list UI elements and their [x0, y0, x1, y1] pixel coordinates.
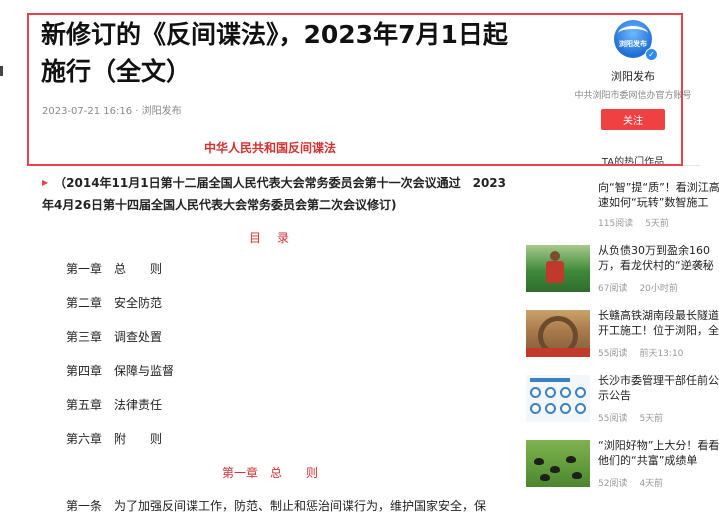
thumbnail-circle-icon	[575, 403, 586, 414]
hot-works-divider	[570, 165, 700, 166]
follow-button[interactable]: 关注	[601, 109, 665, 130]
thumbnail-circle-icon	[575, 387, 586, 398]
hot-work-thumbnail[interactable]	[526, 440, 590, 487]
hot-work-reads: 55阅读	[598, 414, 628, 424]
table-of-contents: 第一章 总 则 第二章 安全防范 第三章 调查处置 第四章 保障与监督 第五章 …	[66, 260, 174, 464]
left-edge-mark	[0, 66, 3, 76]
hot-work-stats: 55阅读 5天前	[598, 411, 663, 424]
hot-work-reads: 67阅读	[598, 284, 628, 294]
hot-work-item[interactable]: 从负债30万到盈余160万，看龙伏村的“逆袭秘籍” 67阅读 20小时前	[526, 243, 719, 308]
hot-work-time: 前天13:10	[639, 349, 684, 359]
hot-work-title[interactable]: 长沙市委管理干部任前公示公告	[598, 373, 719, 403]
hot-work-time: 5天前	[639, 414, 664, 424]
hot-work-item[interactable]: 长沙市委管理干部任前公示公告 55阅读 5天前	[526, 373, 719, 438]
hot-work-thumbnail[interactable]	[526, 310, 590, 357]
toc-item: 第五章 法律责任	[66, 398, 163, 412]
hot-work-item[interactable]: 长赣高铁湖南段最长隧道开工施工！位于浏阳，全长逾 55阅读 前天13:10	[526, 308, 719, 373]
hot-work-thumbnail[interactable]	[526, 245, 590, 292]
toc-item: 第四章 保障与监督	[66, 364, 175, 378]
hot-work-reads: 55阅读	[598, 349, 628, 359]
law-preface-text: （2014年11月1日第十二届全国人民代表大会常务委员会第十一次会议通过 202…	[42, 176, 507, 212]
thumbnail-circle-icon	[545, 403, 556, 414]
hot-work-title[interactable]: 长赣高铁湖南段最长隧道开工施工！位于浏阳，全长逾	[598, 308, 719, 338]
verified-badge-icon: ✓	[645, 48, 658, 61]
hot-work-item[interactable]: 向“智”提“质”！看浏江高速如何“玩转”数智施工 115阅读 5天前	[526, 178, 719, 243]
hot-work-time: 20小时前	[639, 284, 678, 294]
hot-work-title[interactable]: 从负债30万到盈余160万，看龙伏村的“逆袭秘籍”	[598, 243, 719, 273]
thumbnail-circle-icon	[560, 387, 571, 398]
thumbnail-bird-shape	[572, 472, 582, 479]
article-meta: 2023-07-21 16:16 · 浏阳发布	[42, 106, 182, 117]
hot-work-time: 4天前	[639, 479, 664, 489]
thumbnail-bird-shape	[534, 458, 544, 465]
article-title: 新修订的《反间谍法》，2023年7月1日起施行（全文）	[41, 20, 508, 86]
law-name: 中华人民共和国反间谍法	[203, 141, 336, 155]
hot-work-item[interactable]: “浏阳好物”上大分！看看他们的“共富”成绩单 52阅读 4天前	[526, 438, 719, 503]
toc-title: 目 录	[248, 231, 291, 245]
article-first-line: 第一条 为了加强反间谍工作，防范、制止和惩治间谍行为，维护国家安全，保	[66, 499, 487, 513]
author-description: 中共浏阳市委网信办官方账号	[574, 91, 692, 101]
thumbnail-circle-icon	[560, 403, 571, 414]
hot-work-reads: 115阅读	[598, 219, 634, 229]
toc-item: 第三章 调查处置	[66, 330, 163, 344]
hot-work-stats: 52阅读 4天前	[598, 476, 663, 489]
chapter-heading: 第一章 总 则	[221, 466, 318, 480]
author-card: 浏阳发布 ✓ 浏阳发布 中共浏阳市委网信办官方账号 关注	[560, 20, 706, 130]
thumbnail-bird-shape	[550, 466, 560, 473]
thumbnail-circle-icon	[530, 387, 541, 398]
thumbnail-bird-shape	[540, 474, 550, 481]
hot-work-stats: 67阅读 20小时前	[598, 281, 678, 294]
hot-work-stats: 55阅读 前天13:10	[598, 346, 683, 359]
hot-work-stats: 115阅读 5天前	[598, 216, 669, 229]
thumbnail-bird-shape	[566, 456, 576, 463]
hot-work-title[interactable]: 向“智”提“质”！看浏江高速如何“玩转”数智施工	[598, 180, 719, 210]
hot-work-title[interactable]: “浏阳好物”上大分！看看他们的“共富”成绩单	[598, 438, 719, 468]
hot-work-reads: 52阅读	[598, 479, 628, 489]
thumbnail-circle-icon	[545, 387, 556, 398]
hot-work-time: 5天前	[645, 219, 669, 229]
hot-works-list: 向“智”提“质”！看浏江高速如何“玩转”数智施工 115阅读 5天前 从负债30万…	[526, 178, 719, 503]
thumbnail-banner	[530, 378, 570, 382]
thumbnail-circle-icon	[530, 403, 541, 414]
author-name[interactable]: 浏阳发布	[560, 68, 706, 84]
toc-item: 第一章 总 则	[66, 262, 163, 276]
triangle-arrow-icon: ▶	[42, 178, 49, 187]
law-preface: ▶ （2014年11月1日第十二届全国人民代表大会常务委员会第十一次会议通过 20…	[42, 173, 512, 215]
toc-item: 第六章 附 则	[66, 432, 163, 446]
avatar-swoosh-icon	[618, 26, 648, 41]
hot-work-thumbnail[interactable]	[526, 180, 590, 227]
hot-work-thumbnail[interactable]	[526, 375, 590, 422]
toc-item: 第二章 安全防范	[66, 296, 163, 310]
